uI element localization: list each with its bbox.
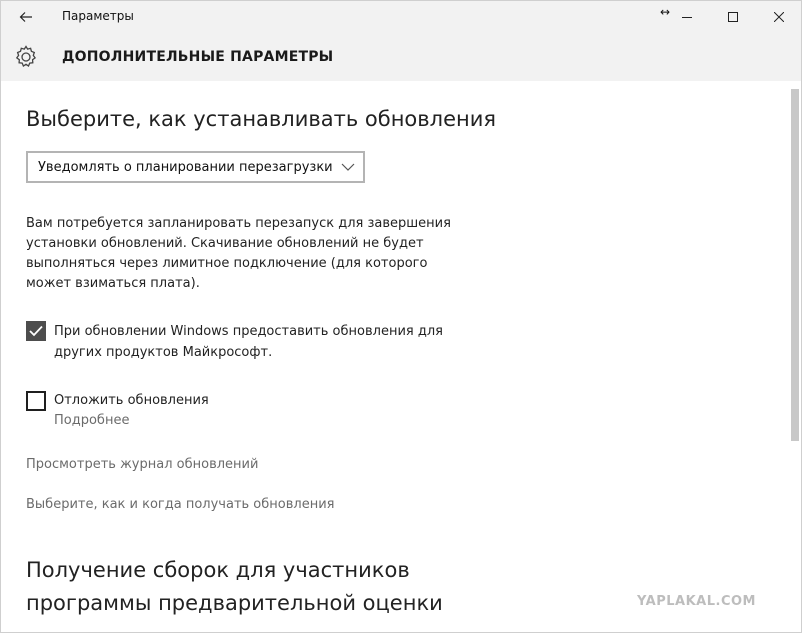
scrollbar-thumb[interactable] (791, 89, 799, 441)
minimize-icon (682, 17, 692, 18)
other-products-label-line2: других продуктов Майкрософт. (54, 345, 273, 360)
insider-heading-line1: Получение сборок для участников (26, 558, 410, 582)
update-history-link[interactable]: Просмотреть журнал обновлений (26, 457, 258, 472)
maximize-button[interactable] (710, 1, 756, 33)
checkmark-icon (29, 325, 43, 337)
page-header: ДОПОЛНИТЕЛЬНЫЕ ПАРАМЕТРЫ (1, 33, 801, 81)
insider-heading: Получение сборок для участников программ… (26, 554, 486, 620)
update-mode-dropdown[interactable]: Уведомлять о планировании перезагрузки (26, 151, 365, 183)
close-icon (774, 12, 784, 22)
other-products-label-line1: При обновлении Windows предоставить обно… (54, 324, 443, 339)
maximize-icon (728, 12, 738, 22)
update-mode-value: Уведомлять о планировании перезагрузки (38, 159, 333, 175)
app-title: Параметры (62, 9, 134, 23)
page-title: ДОПОЛНИТЕЛЬНЫЕ ПАРАМЕТРЫ (62, 49, 334, 65)
defer-updates-label: Отложить обновления (54, 393, 209, 408)
watermark: YAPLAKAL.COM (637, 594, 756, 609)
learn-more-link[interactable]: Подробнее (54, 413, 129, 428)
settings-window: Параметры ↔ ДОПОЛНИТЕЛЬНЫЕ ПАРАМЕТРЫ Выб… (0, 0, 802, 633)
back-arrow-icon (19, 12, 32, 22)
back-button[interactable] (9, 5, 43, 29)
insider-heading-line2: программы предварительной оценки (26, 591, 443, 615)
defer-updates-checkbox[interactable] (26, 391, 46, 411)
updates-heading: Выберите, как устанавливать обновления (26, 107, 497, 131)
settings-content: Выберите, как устанавливать обновления У… (1, 81, 789, 634)
delivery-options-link[interactable]: Выберите, как и когда получать обновлени… (26, 497, 334, 512)
gear-icon (15, 45, 37, 67)
close-button[interactable] (756, 1, 802, 33)
minimize-button[interactable] (664, 1, 710, 33)
chevron-down-icon (341, 163, 355, 171)
other-products-label: При обновлении Windows предоставить обно… (54, 321, 443, 363)
other-products-checkbox[interactable] (26, 321, 46, 341)
update-description: Вам потребуется запланировать перезапуск… (26, 216, 451, 291)
title-bar: Параметры ↔ (1, 1, 801, 33)
